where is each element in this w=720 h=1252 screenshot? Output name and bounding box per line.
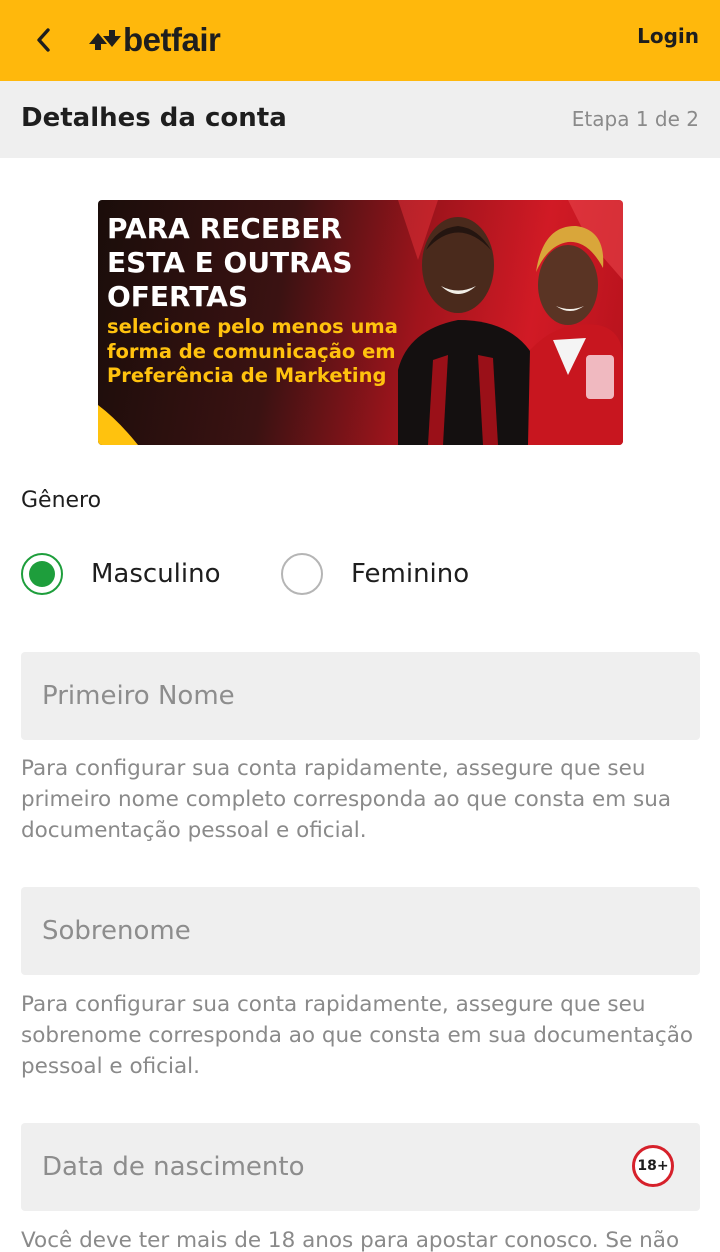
radio-unchecked-icon[interactable] [281,553,323,595]
last-name-hint: Para configurar sua conta rapidamente, a… [21,992,694,1079]
top-bar: betfair Login [0,0,720,81]
radio-checked-icon[interactable] [21,553,63,595]
radio-dot [29,561,55,587]
login-button[interactable]: Login [637,24,699,48]
birth-date-field: 18+ [21,1123,700,1211]
gender-option-feminino[interactable]: Feminino [281,553,469,595]
first-name-input[interactable] [21,652,700,740]
gender-option-label: Masculino [91,559,221,589]
birth-date-hint: Você deve ter mais de 18 anos para apost… [21,1228,680,1252]
betfair-arrows-icon [89,30,121,50]
gender-option-masculino[interactable]: Masculino [21,553,221,595]
gender-option-label: Feminino [351,559,470,589]
first-name-field [21,652,700,740]
step-indicator: Etapa 1 de 2 [571,107,699,131]
birth-date-input[interactable] [21,1123,700,1211]
gender-label: Gênero [21,488,102,513]
banner-subline: selecione pelo menos uma forma de comuni… [107,315,398,387]
age-18-plus-icon: 18+ [632,1145,674,1187]
chevron-left-icon [37,28,50,52]
brand-name: betfair [123,21,221,58]
page-title: Detalhes da conta [21,103,287,133]
betfair-logo[interactable]: betfair [88,20,221,60]
first-name-hint: Para configurar sua conta rapidamente, a… [21,756,671,843]
last-name-field [21,887,700,975]
promo-banner[interactable]: PARA RECEBER ESTA E OUTRAS OFERTAS selec… [98,200,623,445]
back-button[interactable] [26,21,60,59]
last-name-input[interactable] [21,887,700,975]
banner-headline: PARA RECEBER ESTA E OUTRAS OFERTAS [107,212,353,313]
step-bar: Detalhes da conta Etapa 1 de 2 [0,81,720,158]
